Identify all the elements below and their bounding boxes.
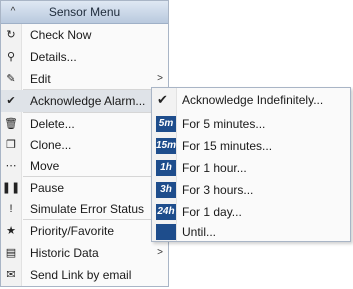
- clone-icon: ❐: [6, 139, 16, 151]
- submenu-item-acknowledge-indefinitely[interactable]: ✔ Acknowledge Indefinitely...: [152, 89, 350, 111]
- submenu-item-label: Until...: [182, 225, 217, 239]
- menu-item-label: Priority/Favorite: [30, 224, 115, 238]
- submenu-item-1-hour[interactable]: 1h For 1 hour...: [152, 157, 350, 179]
- history-icon: ▤: [5, 247, 17, 259]
- menu-item-label: Details...: [30, 50, 77, 64]
- submenu-item-label: Acknowledge Indefinitely...: [182, 93, 324, 107]
- submenu-item-label: For 3 hours...: [182, 183, 254, 197]
- menu-item-acknowledge-alarm[interactable]: ✔ Acknowledge Alarm...: [1, 90, 168, 112]
- checkmark-icon: ✔: [157, 92, 168, 107]
- menu-header[interactable]: ^ Sensor Menu: [1, 1, 168, 24]
- menu-item-label: Delete...: [30, 117, 75, 131]
- submenu-item-label: For 1 hour...: [182, 161, 247, 175]
- submenu-item-1-day[interactable]: 24h For 1 day...: [152, 201, 350, 223]
- menu-item-details[interactable]: ⚲ Details...: [1, 46, 168, 68]
- calendar-icon: [156, 224, 176, 240]
- submenu-item-until[interactable]: Until...: [152, 221, 350, 243]
- menu-item-label: Simulate Error Status: [30, 202, 145, 216]
- acknowledge-submenu: ✔ Acknowledge Indefinitely... 5m For 5 m…: [151, 87, 351, 242]
- timer-3h-icon: 3h: [156, 182, 176, 198]
- menu-item-priority-favorite[interactable]: ★ Priority/Favorite: [1, 220, 168, 242]
- menu-item-send-link-by-email[interactable]: ✉ Send Link by email: [1, 264, 168, 286]
- checkmark-icon: ✔: [6, 95, 16, 107]
- envelope-icon: ✉: [6, 269, 16, 281]
- timer-5m-icon: 5m: [156, 116, 176, 132]
- menu-item-label: Send Link by email: [30, 268, 132, 282]
- submenu-item-label: For 5 minutes...: [182, 117, 266, 131]
- menu-item-historic-data[interactable]: ▤ Historic Data >: [1, 242, 168, 264]
- refresh-icon: ↻: [6, 29, 16, 41]
- timer-1h-icon: 1h: [156, 160, 176, 176]
- menu-item-check-now[interactable]: ↻ Check Now: [1, 24, 168, 46]
- submenu-item-label: For 1 day...: [182, 205, 242, 219]
- trash-icon: 🗑: [4, 118, 18, 130]
- pause-icon: ❚❚: [1, 182, 21, 194]
- collapse-icon[interactable]: ^: [7, 1, 19, 23]
- menu-item-simulate-error-status[interactable]: ! Simulate Error Status: [1, 198, 168, 220]
- timer-24h-icon: 24h: [156, 204, 176, 220]
- submenu-item-5-minutes[interactable]: 5m For 5 minutes...: [152, 113, 350, 135]
- menu-item-pause[interactable]: ❚❚ Pause: [1, 177, 168, 199]
- menu-item-move[interactable]: ⋯ Move: [1, 155, 168, 177]
- magnifier-icon: ⚲: [6, 51, 16, 63]
- menu-item-label: Pause: [30, 181, 65, 195]
- menu-item-label: Edit: [30, 72, 51, 86]
- exclamation-icon: !: [9, 203, 13, 215]
- menu-item-label: Acknowledge Alarm...: [30, 94, 146, 108]
- submenu-item-3-hours[interactable]: 3h For 3 hours...: [152, 179, 350, 201]
- submenu-item-label: For 15 minutes...: [182, 139, 273, 153]
- menu-title: Sensor Menu: [48, 5, 121, 19]
- menu-item-delete[interactable]: 🗑 Delete...: [1, 113, 168, 135]
- submenu-item-15-minutes[interactable]: 15m For 15 minutes...: [152, 135, 350, 157]
- menu-item-label: Check Now: [30, 28, 92, 42]
- pencil-icon: ✎: [6, 73, 16, 85]
- menu-item-label: Move: [30, 159, 60, 173]
- timer-15m-icon: 15m: [156, 138, 176, 154]
- chevron-right-icon: >: [157, 247, 163, 258]
- star-icon: ★: [6, 225, 16, 237]
- menu-item-edit[interactable]: ✎ Edit >: [1, 68, 168, 90]
- move-icon: ⋯: [5, 160, 17, 172]
- menu-item-label: Historic Data: [30, 246, 99, 260]
- sensor-menu: ^ Sensor Menu ↻ Check Now ⚲ Details... ✎…: [0, 0, 169, 287]
- menu-item-label: Clone...: [30, 138, 72, 152]
- menu-item-clone[interactable]: ❐ Clone...: [1, 134, 168, 156]
